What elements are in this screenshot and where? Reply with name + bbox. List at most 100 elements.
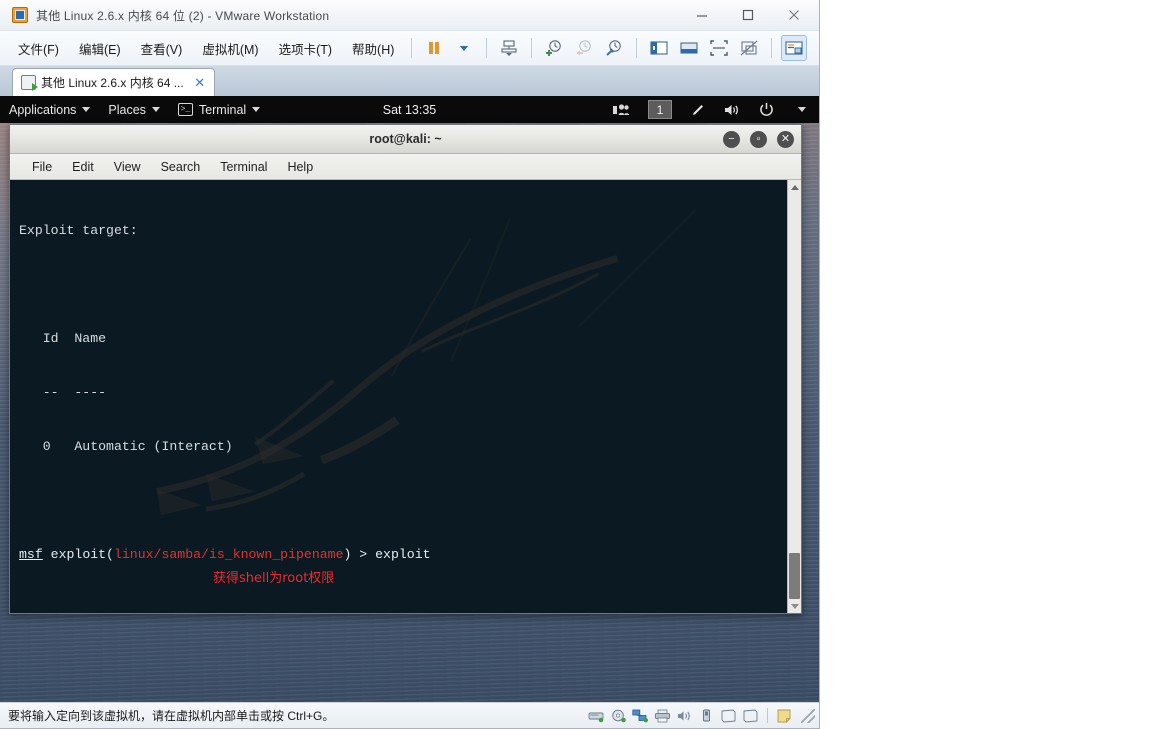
toolbar-separator-5 xyxy=(771,38,773,58)
pen-icon[interactable] xyxy=(681,96,715,123)
workspace-switcher[interactable]: 1 xyxy=(648,100,672,119)
minimize-button[interactable] xyxy=(679,0,725,30)
terminal-menu-edit[interactable]: Edit xyxy=(62,157,104,177)
gnome-terminal-window: root@kali: ~ − ▫ ✕ File Edit View Search… xyxy=(9,124,802,614)
terminal-prompt-line: msf exploit(linux/samba/is_known_pipenam… xyxy=(19,546,787,564)
terminal-output-area[interactable]: Exploit target: Id Name -- ---- 0 Automa… xyxy=(10,180,787,613)
users-icon[interactable] xyxy=(604,96,639,123)
hard-disk-icon[interactable] xyxy=(587,707,606,724)
console-view-button[interactable] xyxy=(781,35,808,61)
vmware-tab-strip: 其他 Linux 2.6.x 内核 64 ... ✕ xyxy=(0,66,819,96)
vmware-title-bar: 其他 Linux 2.6.x 内核 64 位 (2) - VMware Work… xyxy=(0,0,819,31)
menu-view[interactable]: 查看(V) xyxy=(131,35,193,62)
terminal-menu-file[interactable]: File xyxy=(22,157,62,177)
terminal-icon: >_ xyxy=(177,103,193,116)
status-separator xyxy=(767,708,768,723)
terminal-body: Exploit target: Id Name -- ---- 0 Automa… xyxy=(10,180,801,613)
terminal-scrollbar[interactable] xyxy=(787,180,801,613)
menu-tabs[interactable]: 选项卡(T) xyxy=(269,35,342,62)
take-snapshot-button[interactable] xyxy=(541,35,567,61)
volume-icon[interactable] xyxy=(715,96,750,123)
scrollbar-thumb[interactable] xyxy=(789,553,800,599)
gnome-top-panel: Applications Places >_ Terminal Sat 13:3… xyxy=(0,96,819,123)
clock-label[interactable]: Sat 13:35 xyxy=(383,103,437,117)
red-annotation-label: 获得shell为root权限 xyxy=(213,571,335,586)
status-hint-text: 要将输入定向到该虚拟机，请在虚拟机内部单击或按 Ctrl+G。 xyxy=(8,709,335,723)
vmware-menu-bar: 文件(F) 编辑(E) 查看(V) 虚拟机(M) 选项卡(T) 帮助(H) xyxy=(0,31,819,66)
terminal-text-content: Exploit target: Id Name -- ---- 0 Automa… xyxy=(10,180,787,613)
vmware-status-bar: 要将输入定向到该虚拟机，请在虚拟机内部单击或按 Ctrl+G。 xyxy=(0,702,819,728)
terminal-menu-bar: File Edit View Search Terminal Help xyxy=(10,154,801,180)
chevron-down-icon xyxy=(798,107,806,112)
close-button[interactable] xyxy=(771,0,817,30)
toolbar-separator-4 xyxy=(636,38,638,58)
cd-dvd-icon[interactable] xyxy=(609,707,628,724)
display-2-icon[interactable] xyxy=(741,707,760,724)
msf-prompt-label: msf xyxy=(19,547,43,562)
snapshot-settings-button[interactable] xyxy=(601,35,627,61)
scrollbar-track[interactable] xyxy=(788,194,801,599)
chevron-up-icon xyxy=(790,184,799,190)
toolbar-separator xyxy=(411,38,413,58)
notes-icon[interactable] xyxy=(775,707,794,724)
library-panel-button[interactable] xyxy=(646,35,672,61)
display-1-icon[interactable] xyxy=(719,707,738,724)
vmware-workstation-window: 其他 Linux 2.6.x 内核 64 位 (2) - VMware Work… xyxy=(0,0,820,729)
vm-powered-on-icon xyxy=(21,75,38,91)
close-icon[interactable]: ✕ xyxy=(192,75,208,91)
device-status-icons xyxy=(587,707,815,724)
power-dropdown[interactable] xyxy=(451,35,477,61)
system-menu-caret[interactable] xyxy=(783,96,815,123)
applications-menu[interactable]: Applications xyxy=(0,96,99,123)
places-menu[interactable]: Places xyxy=(99,96,169,123)
revert-snapshot-button[interactable] xyxy=(571,35,597,61)
fullscreen-button[interactable] xyxy=(706,35,732,61)
menu-vm[interactable]: 虚拟机(M) xyxy=(192,35,268,62)
scroll-down-button[interactable] xyxy=(788,599,801,613)
terminal-menu-view[interactable]: View xyxy=(104,157,151,177)
chevron-down-icon xyxy=(151,107,160,112)
unity-mode-button[interactable] xyxy=(736,35,762,61)
terminal-line: Id Name xyxy=(19,331,107,346)
maximize-button[interactable] xyxy=(725,0,771,30)
module-path-label: linux/samba/is_known_pipename xyxy=(113,547,344,562)
terminal-maximize-button[interactable]: ▫ xyxy=(750,131,767,148)
terminal-menu-search[interactable]: Search xyxy=(151,157,211,177)
prompt-terminator: ) > xyxy=(343,547,376,562)
chevron-down-icon xyxy=(252,107,261,112)
terminal-minimize-button[interactable]: − xyxy=(723,131,740,148)
network-adapter-icon[interactable] xyxy=(631,707,650,724)
terminal-close-button[interactable]: ✕ xyxy=(777,131,794,148)
chevron-down-icon xyxy=(790,603,799,609)
menu-file[interactable]: 文件(F) xyxy=(8,35,69,62)
menu-help[interactable]: 帮助(H) xyxy=(342,35,404,62)
usb-device-icon[interactable] xyxy=(697,707,716,724)
typed-command: exploit xyxy=(375,547,431,562)
vm-tab-label: 其他 Linux 2.6.x 内核 64 ... xyxy=(41,76,184,90)
applications-menu-label: Applications xyxy=(9,102,77,117)
panel-status-area: 1 xyxy=(604,96,815,123)
manage-snapshot-button[interactable] xyxy=(496,35,522,61)
terminal-menu-terminal[interactable]: Terminal xyxy=(210,157,277,177)
prompt-exploit-text: exploit( xyxy=(42,547,114,562)
thumbnail-bar-button[interactable] xyxy=(676,35,702,61)
places-menu-label: Places xyxy=(108,102,146,117)
terminal-window-label: Terminal xyxy=(198,102,247,117)
menu-edit[interactable]: 编辑(E) xyxy=(69,35,131,62)
vm-tab-kali[interactable]: 其他 Linux 2.6.x 内核 64 ... ✕ xyxy=(12,68,215,96)
terminal-window-button[interactable]: >_ Terminal xyxy=(169,96,269,123)
scroll-up-button[interactable] xyxy=(788,180,801,194)
toolbar-separator-3 xyxy=(531,38,533,58)
terminal-menu-help[interactable]: Help xyxy=(277,157,323,177)
vmware-logo-icon xyxy=(12,7,28,23)
printer-icon[interactable] xyxy=(653,707,672,724)
terminal-window-controls: − ▫ ✕ xyxy=(723,125,794,154)
resize-grip[interactable] xyxy=(801,708,815,723)
power-icon[interactable] xyxy=(750,96,783,123)
sound-card-icon[interactable] xyxy=(675,707,694,724)
toolbar-separator-2 xyxy=(486,38,488,58)
suspend-button[interactable] xyxy=(421,35,447,61)
